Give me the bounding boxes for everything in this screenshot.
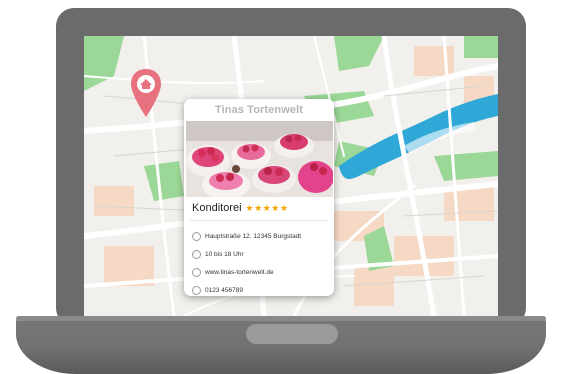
divider xyxy=(190,220,328,221)
clock-icon xyxy=(192,249,201,259)
map-screen[interactable]: Tinas Tortenwelt Konditorei ★★★★★ Haupts… xyxy=(84,36,498,316)
phone-icon xyxy=(192,285,201,295)
home-map-pin-icon[interactable] xyxy=(129,67,163,119)
laptop-hinge xyxy=(16,316,546,321)
business-info-card[interactable]: Tinas Tortenwelt Konditorei ★★★★★ Haupts… xyxy=(184,99,334,296)
phone-row[interactable]: 0123 456789 xyxy=(192,284,243,296)
cake-photo xyxy=(186,121,333,197)
address-row[interactable]: Hauptstraße 12. 12345 Burgstadt xyxy=(192,230,301,242)
rating-stars: ★★★★★ xyxy=(245,202,289,213)
location-icon xyxy=(192,231,201,241)
website-link[interactable]: www.tinas-tortenwelt.de xyxy=(205,269,274,276)
address-text: Hauptstraße 12. 12345 Burgstadt xyxy=(205,232,302,240)
trackpad xyxy=(246,324,338,344)
card-header: Tinas Tortenwelt xyxy=(184,99,334,121)
hours-text: 10 bis 18 Uhr xyxy=(205,250,244,258)
business-name: Tinas Tortenwelt xyxy=(215,104,303,116)
globe-icon xyxy=(192,267,201,277)
phone-number[interactable]: 0123 456789 xyxy=(205,287,243,294)
website-row[interactable]: www.tinas-tortenwelt.de xyxy=(192,266,274,278)
hours-row: 10 bis 18 Uhr xyxy=(192,248,244,260)
business-category: Konditorei xyxy=(192,202,242,214)
category-row: Konditorei ★★★★★ xyxy=(192,200,288,216)
